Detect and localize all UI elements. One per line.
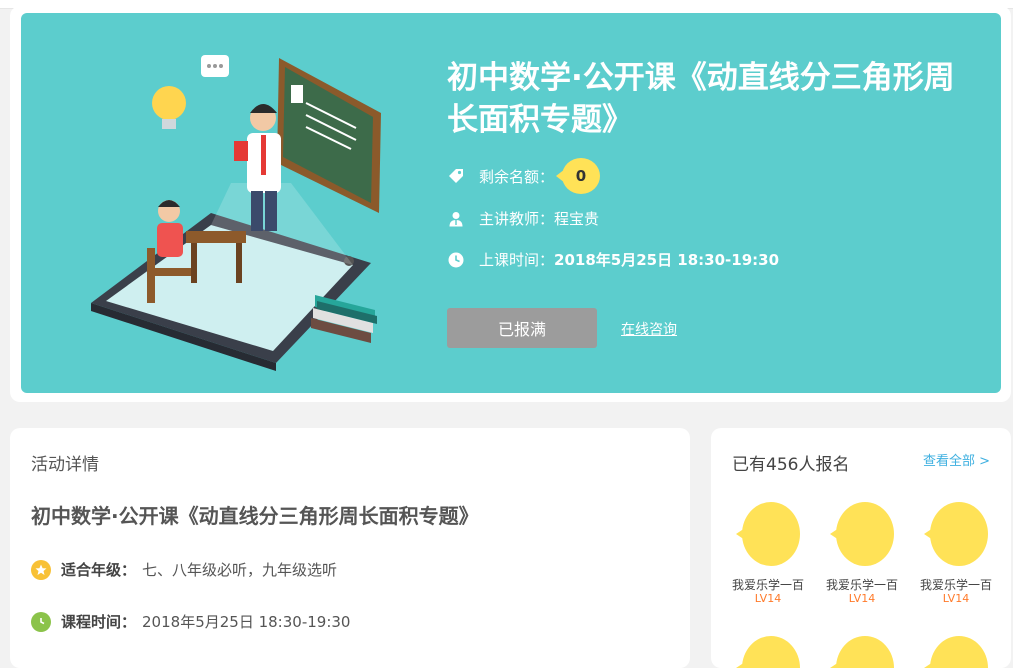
course-clock-icon bbox=[31, 611, 51, 632]
user-name: 我爱乐学一百 bbox=[731, 578, 804, 592]
course-hero-banner: 初中数学·公开课《动直线分三角形周长面积专题》 剩余名额： 0 主讲教师： 程宝… bbox=[21, 13, 1001, 393]
teacher-label: 主讲教师： bbox=[479, 210, 555, 228]
signup-user[interactable]: 我爱乐学一百 LV14 bbox=[911, 502, 1001, 605]
signup-user-partial[interactable] bbox=[817, 636, 907, 668]
signup-full-button[interactable]: 已报满 bbox=[447, 308, 597, 348]
schedule-label: 上课时间： bbox=[479, 251, 555, 269]
quota-value: 0 bbox=[562, 158, 601, 194]
tag-icon bbox=[447, 167, 465, 185]
user-level: LV14 bbox=[848, 592, 876, 605]
quota-label: 剩余名额： bbox=[479, 167, 555, 186]
view-all-link[interactable]: 查看全部 > bbox=[923, 450, 990, 469]
course-time-label: 课程时间： bbox=[61, 613, 137, 631]
teacher-row: 主讲教师： 程宝贵 bbox=[447, 208, 599, 229]
course-time-row: 课程时间： 2018年5月25日 18:30-19:30 bbox=[31, 611, 350, 632]
quota-row: 剩余名额： 0 bbox=[447, 158, 601, 194]
user-level: LV14 bbox=[754, 592, 782, 605]
signup-user[interactable]: 我爱乐学一百 LV14 bbox=[817, 502, 907, 605]
signup-user-partial[interactable] bbox=[723, 636, 813, 668]
online-consult-link[interactable]: 在线咨询 bbox=[621, 319, 677, 339]
clock-icon bbox=[447, 251, 465, 269]
schedule-row: 上课时间： 2018年5月25日 18:30-19:30 bbox=[447, 249, 779, 270]
avatar bbox=[924, 636, 988, 668]
avatar bbox=[924, 502, 988, 566]
signup-count: 已有456人报名 bbox=[732, 455, 850, 475]
avatar bbox=[736, 636, 800, 668]
course-title: 初中数学·公开课《动直线分三角形周长面积专题》 bbox=[447, 60, 955, 138]
avatar bbox=[830, 502, 894, 566]
quota-badge: 0 bbox=[556, 158, 601, 194]
user-name: 我爱乐学一百 bbox=[825, 578, 898, 592]
detail-course-title: 初中数学·公开课《动直线分三角形周长面积专题》 bbox=[31, 504, 479, 528]
teacher-name: 程宝贵 bbox=[554, 210, 600, 228]
grade-label: 适合年级： bbox=[61, 561, 137, 579]
course-time-value: 2018年5月25日 18:30-19:30 bbox=[142, 613, 351, 631]
teacher-icon bbox=[447, 210, 465, 228]
signup-user[interactable]: 我爱乐学一百 LV14 bbox=[723, 502, 813, 605]
grade-row: 适合年级： 七、八年级必听，九年级选听 bbox=[31, 559, 337, 580]
activity-detail-card: 活动详情 初中数学·公开课《动直线分三角形周长面积专题》 适合年级： 七、八年级… bbox=[10, 428, 690, 668]
signup-list-card: 已有456人报名 查看全部 > 我爱乐学一百 LV14 我爱乐学一百 LV14 … bbox=[711, 428, 1011, 668]
classroom-illustration bbox=[91, 55, 381, 371]
star-icon bbox=[31, 559, 51, 580]
signup-user-partial[interactable] bbox=[911, 636, 1001, 668]
avatar bbox=[830, 636, 894, 668]
user-name: 我爱乐学一百 bbox=[919, 578, 992, 592]
schedule-value: 2018年5月25日 18:30-19:30 bbox=[554, 251, 780, 269]
detail-heading: 活动详情 bbox=[31, 455, 99, 475]
user-level: LV14 bbox=[942, 592, 970, 605]
grade-value: 七、八年级必听，九年级选听 bbox=[142, 561, 338, 579]
avatar bbox=[736, 502, 800, 566]
